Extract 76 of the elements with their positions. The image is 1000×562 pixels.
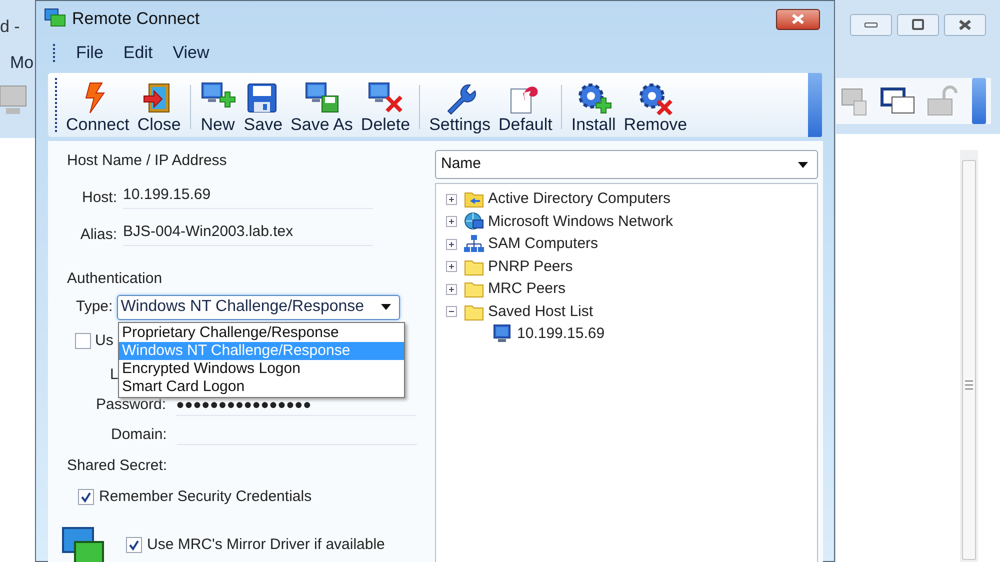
tree-item[interactable]: 10.199.15.69 (517, 323, 605, 346)
field-label: Alias: (79, 224, 117, 244)
checkmark-icon (128, 539, 140, 552)
window-title: Remote Connect (72, 8, 201, 30)
type-dropdown[interactable]: Windows NT Challenge/Response (116, 294, 400, 320)
expand-icon[interactable] (446, 216, 457, 228)
toolbar-button[interactable]: Delete (356, 77, 414, 135)
field-label: Password: (96, 394, 166, 415)
monitor-icon (493, 324, 513, 344)
collapse-icon[interactable] (446, 306, 457, 318)
toolbar-button[interactable]: Install (567, 77, 620, 135)
checkbox-label: Us (95, 330, 114, 351)
field-label: L (110, 366, 118, 383)
checkbox[interactable] (78, 489, 94, 505)
maximize-button[interactable] (897, 14, 939, 36)
grip-icon (52, 43, 56, 63)
dropdown-arrow-icon (380, 303, 392, 311)
checkbox-label: Remember Security Credentials (99, 486, 312, 507)
menu-item[interactable]: View (172, 40, 210, 66)
dropdown-option[interactable]: Encrypted Windows Logon (119, 360, 404, 378)
close-button[interactable] (776, 8, 820, 30)
globe-monitor-icon (464, 212, 484, 232)
tree-item[interactable]: MRC Peers (488, 278, 566, 300)
sort-dropdown[interactable]: Name (435, 150, 818, 179)
field-label: Domain: (111, 424, 167, 445)
close-icon (957, 19, 973, 31)
network-icon (464, 234, 484, 254)
toolbar-button[interactable]: New (196, 77, 240, 135)
field-label: Shared Secret: (67, 456, 168, 476)
toolbar-button[interactable]: Save As (286, 77, 357, 135)
checkbox[interactable] (126, 537, 142, 554)
section-heading: Authentication (67, 269, 164, 289)
expand-icon[interactable] (446, 261, 457, 272)
expand-icon[interactable] (446, 238, 457, 250)
checkmark-icon (80, 491, 92, 503)
menu-item[interactable]: Mo (10, 50, 34, 76)
section-heading: Host Name / IP Address (67, 151, 228, 171)
expand-icon[interactable] (446, 284, 457, 295)
dropdown-option[interactable]: Smart Card Logon (119, 378, 404, 396)
text-field[interactable]: BJS-004-Win2003.lab.tex (123, 220, 373, 246)
menu-item[interactable]: Edit (123, 40, 153, 66)
gear-cross-icon (637, 81, 674, 115)
toolbar-button[interactable]: Save (240, 77, 287, 135)
maximize-icon (910, 19, 926, 31)
window-title: d - (0, 16, 20, 38)
close-icon (791, 13, 805, 25)
checkbox-label: Use MRC's Mirror Driver if available (147, 535, 385, 555)
checkbox[interactable] (75, 333, 91, 349)
field-label: Type: (76, 296, 113, 317)
toolbar-button[interactable]: Connect (62, 77, 134, 135)
tree-item[interactable]: PNRP Peers (488, 256, 573, 278)
tree-item[interactable]: SAM Computers (488, 233, 598, 256)
dropdown-arrow-icon (797, 160, 809, 168)
close-button[interactable] (944, 14, 986, 36)
minimize-button[interactable] (850, 14, 892, 36)
menu-item[interactable]: File (76, 40, 104, 66)
toolbar-button[interactable]: Remove (620, 77, 692, 135)
toolbar-button[interactable]: Settings (425, 77, 494, 135)
text-field[interactable]: 10.199.15.69 (123, 184, 373, 209)
toolbar-button[interactable]: Close (133, 77, 185, 135)
gear-plus-icon (576, 81, 612, 115)
lock-icon (926, 85, 960, 117)
dropdown-option[interactable]: Proprietary Challenge/Response (119, 324, 404, 342)
tree-item[interactable]: Active Directory Computers (488, 188, 671, 210)
field-label: Host: (80, 188, 117, 208)
scrollbar[interactable] (960, 150, 978, 562)
toolbar-button[interactable]: Default (494, 77, 556, 135)
monitors-icon (61, 526, 105, 562)
monitor-cross-icon (367, 81, 404, 115)
monitor-floppy-icon (304, 81, 340, 115)
tree-item[interactable]: Saved Host List (488, 300, 594, 323)
grip-icon (965, 380, 973, 390)
tree-item[interactable]: Microsoft Windows Network (488, 210, 674, 233)
grip-icon (54, 77, 58, 133)
scrollbar-thumb[interactable] (962, 160, 976, 560)
expand-icon[interactable] (446, 194, 457, 205)
